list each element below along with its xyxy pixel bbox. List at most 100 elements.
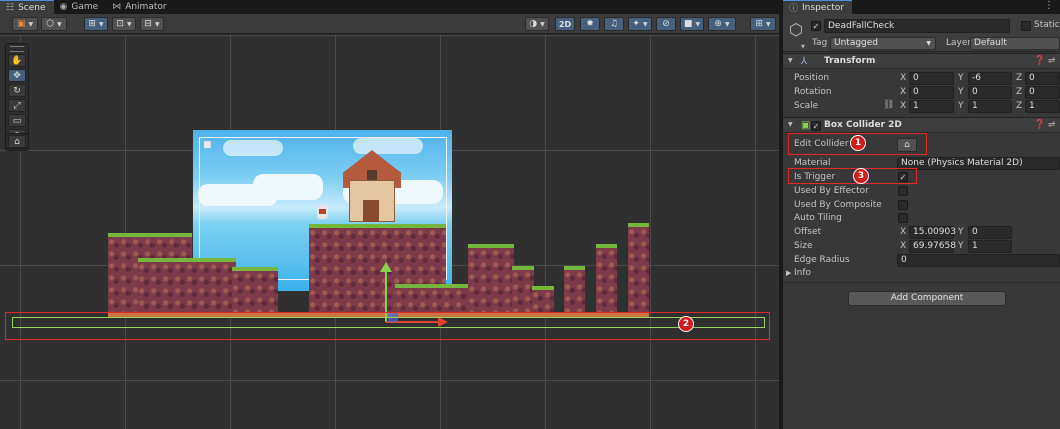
axis-z-label: Z xyxy=(1016,73,1023,83)
axis-z-label: Z xyxy=(1016,101,1023,111)
draw-mode-icon: ▣ xyxy=(16,19,26,29)
gizmo-icon: ⊕ xyxy=(714,19,722,29)
overlay-dropdown[interactable]: ⊞ ▼ xyxy=(750,17,776,31)
scale-y-field[interactable]: 1 xyxy=(968,100,1012,113)
mode-2d-toggle[interactable]: 2D xyxy=(555,17,575,31)
position-y-field[interactable]: -6 xyxy=(968,72,1012,85)
scale-z-field[interactable]: 1 xyxy=(1025,100,1060,113)
used-by-composite-label: Used By Composite xyxy=(794,200,882,210)
offset-y-field[interactable]: 0 xyxy=(968,226,1012,239)
axis-x-label: X xyxy=(900,101,907,111)
more-options-icon[interactable]: ⋮ xyxy=(1044,0,1054,11)
hand-tool[interactable]: ✋ xyxy=(8,54,26,67)
camera-dropdown[interactable]: ■ ▼ xyxy=(680,17,704,31)
object-name-input[interactable]: DeadFallCheck xyxy=(824,19,1010,33)
chevron-down-icon[interactable]: ▼ xyxy=(801,44,805,50)
help-icon[interactable]: ❓ xyxy=(1034,120,1045,130)
house-window xyxy=(367,170,377,180)
overlay-icon: ⊞ xyxy=(755,19,763,29)
pillar[interactable] xyxy=(564,266,585,317)
lighting-toggle[interactable]: ✹ xyxy=(580,17,600,31)
scale-x-field[interactable]: 1 xyxy=(909,100,954,113)
static-checkbox[interactable] xyxy=(1021,21,1031,31)
tag-dropdown[interactable]: Untagged ▼ xyxy=(830,37,936,50)
transform-header[interactable]: ▼ ⅄ Transform ❓ ⇌ xyxy=(783,53,1060,69)
help-icon[interactable]: ❓ xyxy=(1034,56,1045,66)
hidden-objects-toggle[interactable]: ⊘ xyxy=(656,17,676,31)
annotation-badge-2: 2 xyxy=(678,316,694,332)
rotate-tool[interactable]: ↻ xyxy=(8,84,26,97)
axis-y-label: Y xyxy=(958,73,964,83)
rotation-label: Rotation xyxy=(794,87,832,97)
draw-mode-dropdown[interactable]: ▣ ▼ xyxy=(12,17,38,31)
used-by-effector-checkbox[interactable] xyxy=(898,186,908,196)
drag-handle[interactable] xyxy=(10,46,24,52)
move-tool[interactable]: ✥ xyxy=(8,69,26,82)
shading-mode-dropdown[interactable]: ⬡ ▼ xyxy=(41,17,67,31)
animator-icon: ⋈ xyxy=(112,2,122,12)
edit-collider-tool[interactable]: ⌂ xyxy=(8,135,26,148)
move-gizmo-y-arrow[interactable] xyxy=(380,262,392,272)
player-sprite[interactable] xyxy=(317,205,328,219)
render-mode-dropdown[interactable]: ◑ ▼ xyxy=(525,17,549,31)
chevron-down-icon: ▼ xyxy=(126,20,132,28)
box-collider-enabled-checkbox[interactable]: ✓ xyxy=(811,121,821,131)
platform-left-lower[interactable] xyxy=(138,258,236,317)
tab-game[interactable]: ◉ Game xyxy=(54,0,107,14)
pillar[interactable] xyxy=(628,223,649,317)
position-x-field[interactable]: 0 xyxy=(909,72,954,85)
gizmos-dropdown[interactable]: ⊕ ▼ xyxy=(708,17,736,31)
platform-right-step[interactable] xyxy=(512,266,534,317)
box-collider-header[interactable]: ▼ ▣ ✓ Box Collider 2D ❓ ⇌ xyxy=(783,117,1060,133)
edge-radius-field[interactable]: 0 xyxy=(897,254,1060,267)
offset-x-field[interactable]: 15.00903 xyxy=(909,226,956,239)
info-fold-arrow-icon[interactable]: ▶ xyxy=(786,269,791,277)
auto-tiling-checkbox[interactable] xyxy=(898,213,908,223)
grid-visibility-dropdown[interactable]: ⊟ ▼ xyxy=(140,17,164,31)
add-component-button[interactable]: Add Component xyxy=(848,291,1006,306)
settings-icon[interactable]: ⇌ xyxy=(1048,120,1056,130)
tab-inspector[interactable]: ⓘ Inspector xyxy=(783,0,852,14)
info-label[interactable]: Info xyxy=(794,268,811,278)
position-z-field[interactable]: 0 xyxy=(1025,72,1060,85)
rect-tool[interactable]: ▭ xyxy=(8,114,26,127)
tab-scene[interactable]: ☷ Scene xyxy=(0,0,54,14)
rotation-y-field[interactable]: 0 xyxy=(968,86,1012,99)
audio-toggle[interactable]: ♫ xyxy=(604,17,624,31)
tab-animator[interactable]: ⋈ Animator xyxy=(106,0,174,14)
settings-icon[interactable]: ⇌ xyxy=(1048,56,1056,66)
house-sprite[interactable] xyxy=(343,150,401,222)
inspector-tab-bar: ⓘ Inspector ⋮ xyxy=(783,0,1060,14)
chevron-down-icon: ▼ xyxy=(154,20,160,28)
size-x-field[interactable]: 69.97658 xyxy=(909,240,956,253)
used-by-effector-label: Used By Effector xyxy=(794,186,869,196)
annotation-badge-3: 3 xyxy=(853,168,869,184)
eye-slash-icon: ⊘ xyxy=(662,19,670,29)
axis-x-label: X xyxy=(900,241,907,251)
effects-dropdown[interactable]: ✦ ▼ xyxy=(628,17,652,31)
scene-toolbar: ▣ ▼ ⬡ ▼ ⊞ ▼ ⊡ ▼ ⊟ ▼ ◑ ▼ 2D ✹ ♫ ✦ ▼ ⊘ ■ ▼ ⊕ ▼ ⊞ ▼ xyxy=(0,14,779,34)
cube-icon: ⬡ xyxy=(789,20,803,39)
chevron-down-icon: ▼ xyxy=(695,20,701,28)
rotation-x-field[interactable]: 0 xyxy=(909,86,954,99)
cube-icon: ⬡ xyxy=(46,19,55,29)
rect-icon: ▭ xyxy=(12,115,22,126)
link-icon[interactable]: ⛓ xyxy=(883,100,894,110)
rotation-z-field[interactable]: 0 xyxy=(1025,86,1060,99)
used-by-composite-checkbox[interactable] xyxy=(898,200,908,210)
size-y-field[interactable]: 1 xyxy=(968,240,1012,253)
platform-right[interactable] xyxy=(468,244,514,317)
chevron-down-icon: ▼ xyxy=(98,20,104,28)
annotation-badge-1: 1 xyxy=(850,135,866,151)
active-checkbox[interactable]: ✓ xyxy=(811,21,821,31)
pillar[interactable] xyxy=(596,244,617,317)
chevron-down-icon: ▼ xyxy=(724,20,730,28)
layer-dropdown[interactable]: Default xyxy=(970,37,1060,50)
increment-snap-dropdown[interactable]: ⊡ ▼ xyxy=(112,17,136,31)
grid-snap-dropdown[interactable]: ⊞ ▼ xyxy=(84,17,108,31)
platform-left-step[interactable] xyxy=(232,267,278,317)
tab-game-label: Game xyxy=(71,2,99,12)
scale-tool[interactable]: ⤢ xyxy=(8,99,26,112)
gamepad-icon: ◉ xyxy=(59,2,68,12)
material-field[interactable]: None (Physics Material 2D) xyxy=(897,157,1060,170)
